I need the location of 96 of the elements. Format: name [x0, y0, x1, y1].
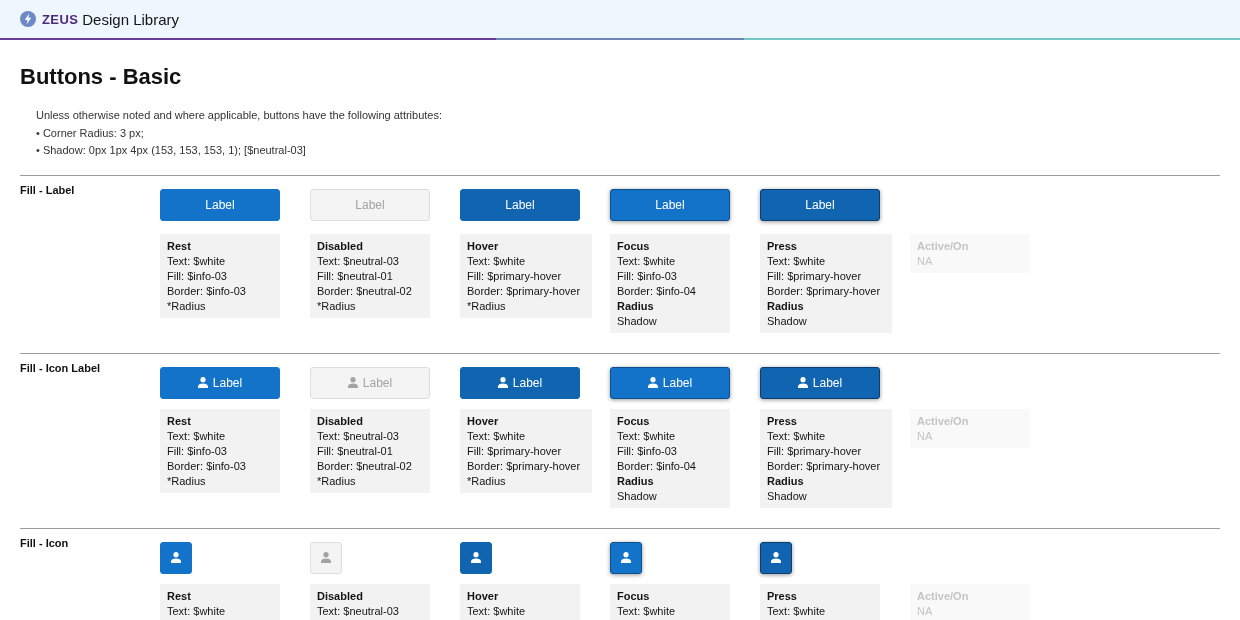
intro-bullet: • Corner Radius: 3 px;: [36, 125, 144, 141]
spec-line: Shadow: [767, 313, 808, 329]
spec-line: Border: $info-04: [617, 283, 697, 299]
spec-title: Press: [767, 238, 798, 254]
spec-title: Disabled: [317, 413, 364, 429]
spec-title: Hover: [467, 588, 500, 604]
spec-line: Fill: $info-03: [167, 268, 228, 284]
spec-line: *Radius: [167, 298, 207, 314]
spec-line: Text: $white: [767, 603, 827, 619]
spec-title: Disabled: [317, 588, 364, 604]
spec-line: Text: $neutral-03: [317, 428, 400, 444]
person-icon: [771, 552, 781, 563]
sample-button[interactable]: [460, 541, 492, 574]
spec-title: Disabled: [317, 238, 364, 254]
spec-title: Rest: [167, 413, 192, 429]
spec-line: *Radius: [317, 473, 357, 489]
spec-line: Border: $primary-hover: [767, 458, 881, 474]
spec-title: Rest: [167, 588, 192, 604]
spec-line: Border: $info-03: [167, 283, 247, 299]
spec-line: Fill: $primary-hover: [767, 268, 863, 284]
spec-line: *Radius: [167, 473, 207, 489]
person-icon: [647, 377, 658, 388]
person-icon: [321, 552, 331, 563]
spec-title: Focus: [617, 413, 651, 429]
spec-title: Focus: [617, 238, 651, 254]
person-icon: [621, 552, 631, 563]
spec-line: Fill: $neutral-01: [317, 443, 394, 459]
spec-line: Border: $primary-hover: [467, 283, 581, 299]
spec-line: Shadow: [767, 488, 808, 504]
spec-line: Radius: [767, 298, 805, 314]
sample-button[interactable]: Label: [160, 366, 280, 399]
spec-line: *Radius: [317, 298, 357, 314]
spec-title: Rest: [167, 238, 192, 254]
sample-button[interactable]: Label: [460, 366, 580, 399]
spec-line: Fill: $info-03: [617, 443, 678, 459]
spec-line: Text: $white: [617, 428, 677, 444]
spec-line: Text: $white: [467, 428, 527, 444]
spec-line: *Radius: [467, 473, 507, 489]
spec-line: Text: $white: [167, 428, 227, 444]
spec-line: Border: $info-03: [167, 458, 247, 474]
sample-button[interactable]: Label: [610, 188, 730, 221]
spec-line: Shadow: [617, 488, 658, 504]
person-icon: [797, 377, 808, 388]
person-icon: [347, 377, 358, 388]
section-title: Fill - Label: [20, 183, 75, 197]
spec-line: Text: $white: [767, 428, 827, 444]
sample-button[interactable]: Label: [160, 188, 280, 221]
spec-line: Text: $white: [617, 253, 677, 269]
spec-line: Text: $white: [617, 603, 677, 619]
spec-line: Radius: [617, 473, 655, 489]
page-title: Buttons - Basic: [20, 64, 182, 90]
spec-line: Border: $primary-hover: [767, 283, 881, 299]
spec-line: Border: $neutral-02: [317, 283, 413, 299]
spec-line: Fill: $primary-hover: [467, 268, 563, 284]
spec-line: *Radius: [467, 298, 507, 314]
spec-line: Text: $neutral-03: [317, 603, 400, 619]
spec-line: Text: $neutral-03: [317, 253, 400, 269]
brand-name: ZEUS: [42, 11, 79, 27]
sample-button[interactable]: [160, 541, 192, 574]
spec-line: Border: $neutral-02: [317, 458, 413, 474]
spec-title: Press: [767, 588, 798, 604]
sample-button[interactable]: Label: [610, 366, 730, 399]
section-title: Fill - Icon Label: [20, 361, 101, 375]
spec-line: Fill: $info-03: [617, 268, 678, 284]
spec-line: Border: $info-04: [617, 458, 697, 474]
spec-line: Text: $white: [167, 603, 227, 619]
spec-line: Radius: [617, 298, 655, 314]
person-icon: [497, 377, 508, 388]
spec-line: Fill: $info-03: [167, 443, 228, 459]
sample-button[interactable]: Label: [760, 188, 880, 221]
spec-title: Press: [767, 413, 798, 429]
section-title: Fill - Icon: [20, 536, 69, 550]
spec-line: Border: $primary-hover: [467, 458, 581, 474]
spec-line: Text: $white: [167, 253, 227, 269]
spec-line: Text: $white: [767, 253, 827, 269]
lightning-logo-icon: [20, 11, 36, 27]
sample-button[interactable]: [610, 541, 642, 574]
sample-button[interactable]: Label: [460, 188, 580, 221]
sample-button[interactable]: [760, 541, 792, 574]
spec-title: Hover: [467, 238, 500, 254]
intro-text: Unless otherwise noted and where applicable, buttons have the following attributes:: [36, 108, 443, 123]
person-icon: [197, 377, 208, 388]
spec-line: Radius: [767, 473, 805, 489]
spec-title: Focus: [617, 588, 651, 604]
app-title: Design Library: [82, 10, 179, 28]
spec-title: Hover: [467, 413, 500, 429]
spec-line: Fill: $primary-hover: [767, 443, 863, 459]
spec-line: Text: $white: [467, 253, 527, 269]
spec-line: Text: $white: [467, 603, 527, 619]
spec-line: Shadow: [617, 313, 658, 329]
person-icon: [471, 552, 481, 563]
person-icon: [171, 552, 181, 563]
spec-line: Fill: $primary-hover: [467, 443, 563, 459]
sample-button[interactable]: Label: [760, 366, 880, 399]
intro-bullet: • Shadow: 0px 1px 4px (153, 153, 153, 1); [$neutral-03]: [36, 143, 306, 158]
spec-line: Fill: $neutral-01: [317, 268, 394, 284]
